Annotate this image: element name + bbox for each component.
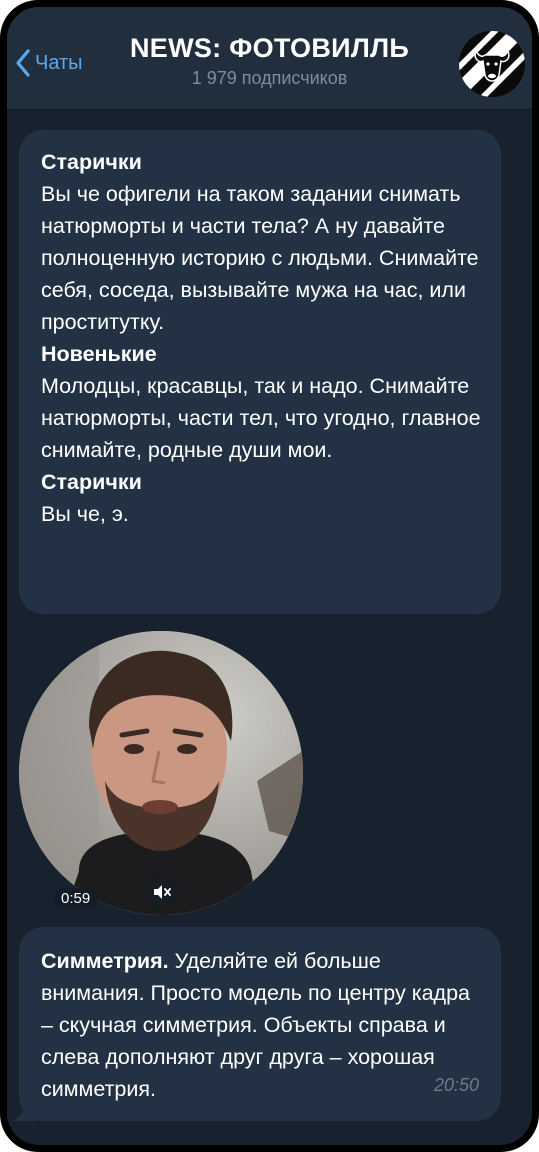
speaker-muted-icon (154, 885, 171, 899)
message-heading: Старички (41, 470, 142, 494)
message-lead: Симметрия. (41, 949, 169, 973)
channel-avatar[interactable] (459, 31, 525, 97)
message-text: Вы че, э. (41, 502, 129, 526)
channel-info[interactable]: NEWS: ФОТОВИЛЛЬ 1 979 подписчиков (107, 33, 432, 89)
message-bubble[interactable]: Симметрия. Уделяйте ей больше внимания. … (19, 927, 501, 1121)
message-heading: Новенькие (41, 342, 157, 366)
mute-toggle[interactable] (147, 877, 177, 907)
message-bubble[interactable]: Старички Вы че офигели на таком задании … (19, 130, 501, 614)
message-heading: Старички (41, 150, 142, 174)
bull-logo-icon (459, 31, 525, 97)
back-button[interactable]: Чаты (15, 47, 83, 79)
subscriber-count: 1 979 подписчиков (191, 68, 348, 88)
message-time: 20:50 (433, 1075, 479, 1095)
video-message[interactable] (19, 631, 303, 915)
chevron-left-icon (16, 49, 30, 77)
message-text: Молодцы, красавцы, так и надо. Снимайте … (41, 374, 481, 462)
channel-title: NEWS: ФОТОВИЛЛЬ (129, 33, 410, 63)
message-text: Вы че офигели на таком задании снимать н… (41, 182, 479, 334)
video-duration: 0:59 (53, 888, 99, 909)
phone-frame: Чаты NEWS: ФОТОВИЛЛЬ 1 979 подписчиков С… (0, 0, 539, 1152)
chat-screen: Чаты NEWS: ФОТОВИЛЛЬ 1 979 подписчиков С… (7, 7, 532, 1145)
video-thumbnail (19, 631, 303, 915)
chat-header: Чаты NEWS: ФОТОВИЛЛЬ 1 979 подписчиков (7, 7, 532, 110)
back-label: Чаты (35, 51, 83, 74)
